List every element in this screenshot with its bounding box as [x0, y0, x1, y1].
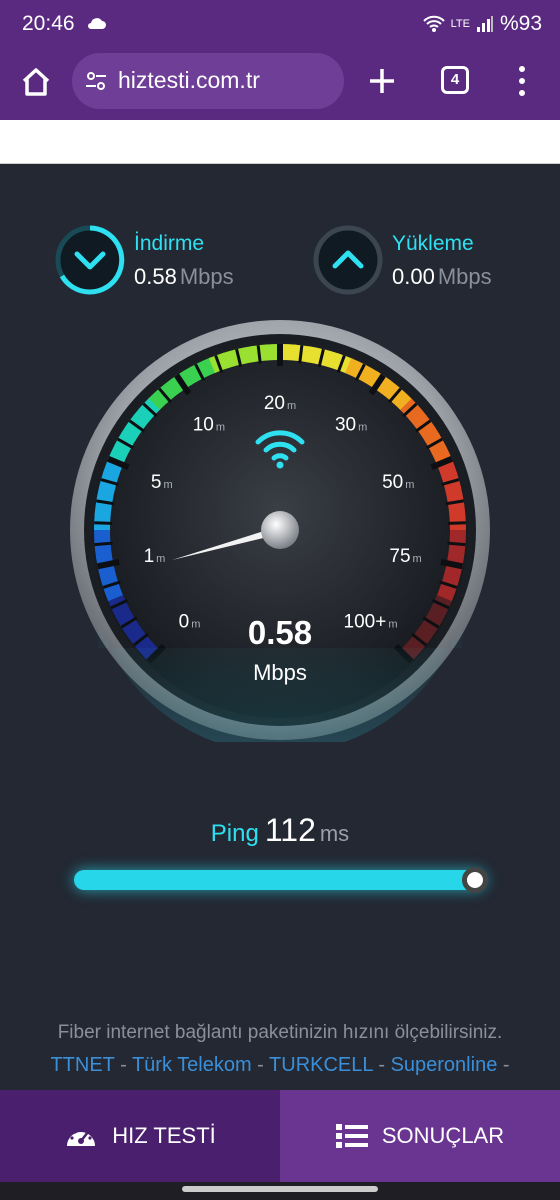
provider-link-turkcell[interactable]: TURKCELL — [269, 1054, 373, 1076]
gauge-arc-segment — [447, 500, 466, 519]
gauge-arc-segment — [113, 605, 136, 628]
gauge-tick — [256, 345, 262, 364]
address-bar[interactable]: hiztesti.com.tr — [72, 53, 344, 109]
ping-label: Ping — [210, 820, 259, 847]
ping-progress-bar — [74, 870, 486, 890]
download-value: 0.58 — [134, 264, 177, 289]
gauge-arc-segment — [319, 349, 340, 369]
tab-switcher-button[interactable]: 4 — [441, 66, 469, 94]
gauge-tick — [447, 541, 466, 547]
gauge-tick — [440, 559, 464, 570]
cloud-icon — [88, 18, 106, 29]
gauge-tick — [96, 559, 120, 570]
battery-level: %93 — [499, 12, 542, 35]
list-icon — [335, 1124, 368, 1148]
network-type: LTE — [450, 17, 470, 30]
results-label: SONUÇLAR — [381, 1123, 505, 1148]
gauge-arc-segment — [447, 543, 466, 562]
more-options-icon[interactable] — [512, 64, 532, 98]
site-settings-icon[interactable] — [84, 69, 108, 93]
download-stat: İndirme 0.58 Mbps — [54, 224, 284, 304]
upload-unit: Mbps — [437, 264, 492, 289]
gesture-handle[interactable] — [182, 1186, 378, 1192]
clock: 20:46 — [22, 12, 75, 35]
ping-unit: ms — [319, 821, 350, 846]
gauge-arc-segment — [96, 484, 116, 504]
gauge-arc-segment — [94, 528, 111, 545]
gauge-arc-segment — [159, 378, 182, 401]
browser-toolbar: hiztesti.com.tr 4 — [0, 48, 560, 120]
new-tab-icon[interactable] — [364, 63, 400, 99]
download-unit: Mbps — [179, 264, 234, 289]
gauge-tick — [94, 541, 113, 547]
info-text: Fiber internet bağlantı paketinizin hızı… — [57, 1022, 503, 1043]
url-text: hiztesti.com.tr — [118, 67, 260, 93]
gauge-arc-segment — [236, 345, 256, 365]
upload-label: Yükleme — [392, 232, 474, 255]
page-header-strip — [0, 120, 560, 164]
wifi-status-icon — [422, 15, 445, 32]
ping-readout: Ping 112 ms — [0, 812, 560, 849]
upload-value: 0.00 — [392, 264, 435, 289]
status-bar: 20:46 LTE %93 — [0, 0, 560, 48]
ping-value: 112 — [264, 812, 316, 848]
download-label: İndirme — [134, 232, 205, 255]
gauge-unit: Mbps — [253, 660, 307, 685]
bottom-nav: HIZ TESTİ SONUÇLAR — [0, 1090, 560, 1182]
gauge-arc-segment — [129, 407, 152, 431]
gauge-reading: 0.58 Mbps — [180, 614, 380, 686]
provider-link-ttnet[interactable]: TTNET — [50, 1054, 114, 1076]
results-tab[interactable]: SONUÇLAR — [280, 1090, 560, 1182]
gauge-arc-segment — [195, 357, 217, 379]
signal-icon — [476, 16, 493, 32]
provider-link-turk-telekom[interactable]: Türk Telekom — [132, 1054, 252, 1076]
upload-arrow-icon — [313, 225, 383, 295]
download-value-row: 0.58 Mbps — [134, 264, 234, 290]
speed-test-label: HIZ TESTİ — [112, 1123, 216, 1148]
speed-test-tab[interactable]: HIZ TESTİ — [0, 1090, 280, 1182]
upload-value-row: 0.00 Mbps — [392, 264, 492, 290]
gauge-arc-segment — [98, 567, 119, 588]
gauge-arc-segment — [416, 618, 439, 641]
gauge-arc-segment — [436, 582, 457, 603]
gauge-tick — [94, 521, 113, 525]
upload-stat: Yükleme 0.00 Mbps — [312, 224, 542, 304]
provider-links: TTNET - Türk Telekom - TURKCELL - Supero… — [50, 1054, 510, 1076]
ping-progress-knob — [462, 867, 488, 893]
gauge-hub — [261, 511, 299, 549]
gauge-tick — [447, 521, 466, 525]
gauge-arc-segment — [417, 420, 440, 443]
home-icon[interactable] — [16, 62, 56, 102]
speedometer-icon — [67, 1128, 96, 1146]
gauge-arc-segment — [357, 364, 379, 387]
provider-link-superonline[interactable]: Superonline — [391, 1054, 498, 1076]
gauge-tick — [298, 345, 304, 364]
download-arrow-icon — [55, 225, 125, 295]
gauge-value: 0.58 — [247, 614, 313, 651]
gauge-arc-segment — [390, 388, 413, 412]
